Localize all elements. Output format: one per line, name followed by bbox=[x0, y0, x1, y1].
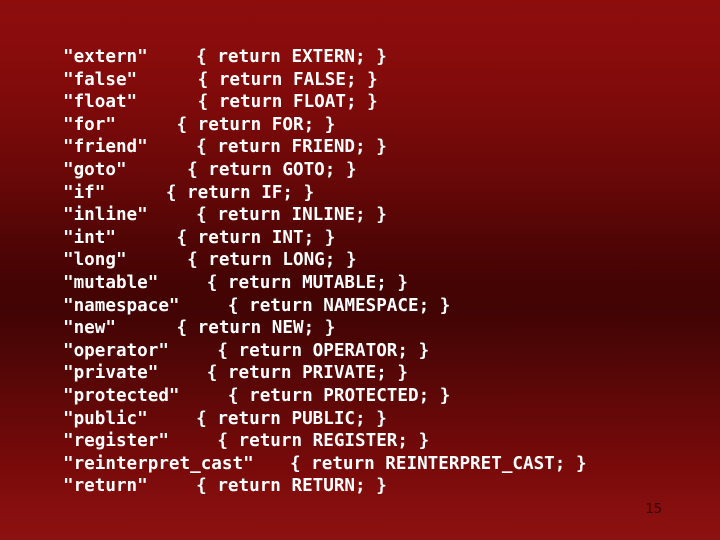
keyword-literal: "reinterpret_cast" bbox=[63, 453, 254, 474]
code-line: "register" { return REGISTER; } bbox=[63, 430, 703, 453]
code-line: "private" { return PRIVATE; } bbox=[63, 362, 703, 385]
code-line: "mutable" { return MUTABLE; } bbox=[63, 272, 703, 295]
code-line: "if" { return IF; } bbox=[63, 182, 703, 205]
rule-action: { return PRIVATE; } bbox=[206, 363, 408, 384]
keyword-literal: "mutable" bbox=[63, 272, 159, 293]
rule-action: { return INT; } bbox=[176, 227, 336, 248]
code-line: "friend" { return FRIEND; } bbox=[63, 136, 703, 159]
code-line: "false" { return FALSE; } bbox=[63, 69, 703, 92]
rule-action: { return IF; } bbox=[165, 182, 315, 203]
code-line: "float" { return FLOAT; } bbox=[63, 91, 703, 114]
code-line: "goto" { return GOTO; } bbox=[63, 159, 703, 182]
code-line: "protected" { return PROTECTED; } bbox=[63, 385, 703, 408]
keyword-literal: "public" bbox=[63, 408, 148, 429]
keyword-literal: "float" bbox=[63, 92, 138, 113]
keyword-literal: "extern" bbox=[63, 47, 148, 67]
code-line: "operator" { return OPERATOR; } bbox=[63, 340, 703, 363]
keyword-literal: "namespace" bbox=[63, 295, 180, 316]
keyword-literal: "private" bbox=[63, 363, 159, 384]
code-line: "extern" { return EXTERN; } bbox=[63, 46, 703, 69]
lexer-keyword-rule-list: "extern" { return EXTERN; } "false" { retur… bbox=[63, 46, 703, 498]
rule-action: { return LONG; } bbox=[187, 250, 357, 271]
keyword-literal: "inline" bbox=[63, 205, 148, 226]
keyword-literal: "protected" bbox=[63, 385, 180, 406]
rule-action: { return NEW; } bbox=[176, 318, 336, 339]
code-line: "inline" { return INLINE; } bbox=[63, 204, 703, 227]
code-line: "for" { return FOR; } bbox=[63, 114, 703, 137]
keyword-literal: "if" bbox=[63, 182, 106, 203]
rule-action: { return OPERATOR; } bbox=[217, 340, 430, 361]
rule-action: { return PROTECTED; } bbox=[227, 385, 451, 406]
rule-action: { return INLINE; } bbox=[196, 205, 387, 226]
rule-action: { return FRIEND; } bbox=[196, 137, 387, 158]
keyword-literal: "register" bbox=[63, 431, 169, 452]
rule-action: { return FALSE; } bbox=[197, 69, 378, 90]
code-line: "new" { return NEW; } bbox=[63, 317, 703, 340]
rule-action: { return MUTABLE; } bbox=[206, 272, 408, 293]
keyword-literal: "new" bbox=[63, 318, 116, 339]
code-line: "reinterpret_cast" { return REINTERPRET_C… bbox=[63, 453, 703, 476]
keyword-literal: "goto" bbox=[63, 159, 127, 180]
rule-action: { return FOR; } bbox=[176, 114, 336, 135]
code-line: "public" { return PUBLIC; } bbox=[63, 408, 703, 431]
code-line: "return" { return RETURN; } bbox=[63, 475, 703, 498]
rule-action: { return GOTO; } bbox=[187, 159, 357, 180]
keyword-literal: "int" bbox=[63, 227, 116, 248]
slide-canvas: "extern" { return EXTERN; } "false" { retur… bbox=[0, 0, 720, 540]
keyword-literal: "friend" bbox=[63, 137, 148, 158]
rule-action: { return REGISTER; } bbox=[217, 431, 430, 452]
keyword-literal: "operator" bbox=[63, 340, 169, 361]
code-line: "namespace" { return NAMESPACE; } bbox=[63, 295, 703, 318]
keyword-literal: "return" bbox=[63, 476, 148, 497]
keyword-literal: "for" bbox=[63, 114, 116, 135]
rule-action: { return NAMESPACE; } bbox=[227, 295, 451, 316]
rule-action: { return FLOAT; } bbox=[197, 92, 378, 113]
keyword-literal: "long" bbox=[63, 250, 127, 271]
keyword-literal: "false" bbox=[63, 69, 138, 90]
code-line: "int" { return INT; } bbox=[63, 227, 703, 250]
page-number: 15 bbox=[645, 502, 662, 517]
rule-action: { return EXTERN; } bbox=[196, 47, 387, 67]
rule-action: { return RETURN; } bbox=[196, 476, 387, 497]
rule-action: { return PUBLIC; } bbox=[196, 408, 387, 429]
code-line: "long" { return LONG; } bbox=[63, 249, 703, 272]
rule-action: { return REINTERPRET_CAST; } bbox=[289, 453, 587, 474]
